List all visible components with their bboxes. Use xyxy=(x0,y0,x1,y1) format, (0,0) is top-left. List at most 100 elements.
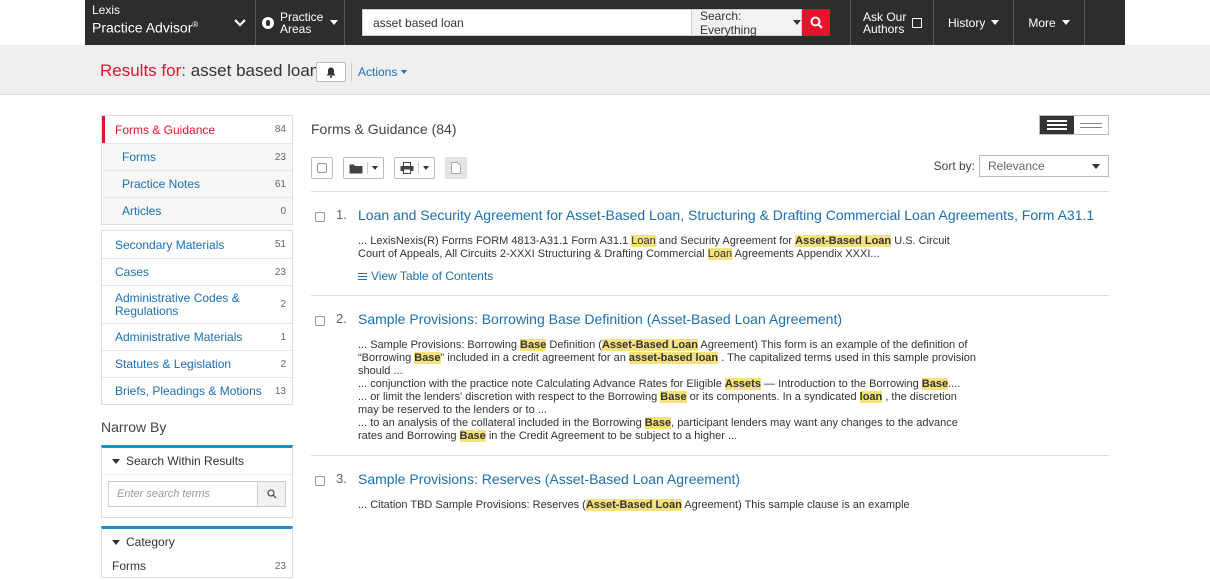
printer-icon xyxy=(400,162,414,174)
facet-label: Practice Notes xyxy=(122,177,201,191)
search-within-toggle[interactable]: Search Within Results xyxy=(102,448,292,474)
history-menu[interactable]: History xyxy=(934,0,1013,45)
facet-label: Administrative Materials xyxy=(115,330,243,344)
result-snippet: ... LexisNexis(R) Forms FORM 4813-A31.1 … xyxy=(358,235,950,260)
search-input[interactable]: asset based loan xyxy=(362,9,692,36)
facet-label: Forms & Guidance xyxy=(115,122,216,137)
ask-our-authors-link[interactable]: Ask Our Authors xyxy=(863,0,933,45)
facet-label: Statutes & Legislation xyxy=(115,357,232,371)
result-snippet: ... Sample Provisions: Borrowing Base De… xyxy=(358,339,976,442)
highlight: Asset-Based Loan xyxy=(585,499,682,511)
highlight: Asset-Based Loan xyxy=(795,235,892,247)
practice-areas-icon xyxy=(262,16,274,29)
history-label: History xyxy=(948,15,986,30)
brand-line1: Lexis xyxy=(92,3,121,17)
compact-view-button[interactable] xyxy=(1074,116,1108,134)
search-button[interactable] xyxy=(802,9,830,36)
caret-down-icon xyxy=(423,166,429,170)
divider xyxy=(1083,0,1085,45)
result-number: 3. xyxy=(336,471,347,486)
search-within-label: Search Within Results xyxy=(126,454,245,468)
result-checkbox[interactable] xyxy=(315,476,325,486)
facet-admin-codes[interactable]: Administrative Codes & Regulations 2 xyxy=(102,285,292,323)
highlight: Base xyxy=(414,352,441,364)
facet-count: 13 xyxy=(274,385,286,397)
highlight: Base xyxy=(660,391,687,403)
print-button[interactable] xyxy=(394,157,435,179)
facet-label: Articles xyxy=(122,204,162,218)
actions-dropdown[interactable]: Actions xyxy=(351,63,408,81)
highlight: Assets xyxy=(724,378,761,390)
facet-secondary-materials[interactable]: Secondary Materials 51 xyxy=(102,231,292,258)
practice-areas-menu[interactable]: Practice Areas xyxy=(256,0,324,45)
top-nav-inner: Lexis Practice Advisor® Practice Areas as… xyxy=(85,0,1125,45)
highlight: Loan xyxy=(631,235,656,247)
results-title: Results for: asset based loan xyxy=(100,61,319,81)
highlight: asset-based loan xyxy=(628,352,719,364)
category-toggle[interactable]: Category xyxy=(102,529,292,555)
detailed-view-button[interactable] xyxy=(1040,116,1074,134)
facet-briefs[interactable]: Briefs, Pleadings & Motions 13 xyxy=(102,377,292,404)
caret-down-icon xyxy=(330,20,338,25)
result-number: 2. xyxy=(336,311,347,326)
result-title-link[interactable]: Loan and Security Agreement for Asset-Ba… xyxy=(358,206,1103,225)
search-within-input[interactable]: Enter search terms xyxy=(108,481,258,507)
view-toc-label: View Table of Contents xyxy=(371,269,494,283)
search-icon xyxy=(810,16,823,29)
facet-forms[interactable]: Forms 23 xyxy=(102,143,292,170)
highlight: Asset-Based Loan xyxy=(601,339,698,351)
facet-statutes[interactable]: Statutes & Legislation 2 xyxy=(102,350,292,377)
facet-articles[interactable]: Articles 0 xyxy=(102,197,292,224)
search-scope-label: Search: Everything xyxy=(700,8,757,37)
document-button[interactable] xyxy=(445,157,467,179)
category-item-forms[interactable]: Forms 23 xyxy=(102,555,292,577)
facet-count: 23 xyxy=(274,266,286,278)
caret-down-icon xyxy=(372,166,378,170)
facet-label: Forms xyxy=(122,150,156,164)
results-toolbar: Sort by: Relevance xyxy=(311,155,1109,181)
facet-cases[interactable]: Cases 23 xyxy=(102,258,292,285)
ask-label-2: Authors xyxy=(863,21,905,36)
sort-value: Relevance xyxy=(988,159,1045,173)
search-scope-dropdown[interactable]: Search: Everything xyxy=(692,8,802,37)
brand-menu-chevron[interactable] xyxy=(225,0,255,45)
caret-down-icon xyxy=(793,20,801,25)
facet-group-forms-guidance: Forms & Guidance 84 Forms 23 Practice Note… xyxy=(101,115,293,225)
facet-forms-guidance[interactable]: Forms & Guidance 84 xyxy=(102,116,292,143)
result-item: 3. Sample Provisions: Reserves (Asset-Ba… xyxy=(311,456,1109,524)
alert-button[interactable] xyxy=(316,62,346,82)
result-checkbox[interactable] xyxy=(315,316,325,326)
view-toc-link[interactable]: View Table of Contents xyxy=(358,269,1109,283)
brand-logo[interactable]: Lexis Practice Advisor® xyxy=(85,0,225,45)
facet-admin-materials[interactable]: Administrative Materials 1 xyxy=(102,323,292,350)
practice-areas-label-2: Areas xyxy=(280,21,312,36)
result-checkbox[interactable] xyxy=(315,212,325,222)
practice-areas-caret[interactable] xyxy=(324,0,344,45)
facet-count: 0 xyxy=(280,205,286,217)
more-menu[interactable]: More xyxy=(1014,0,1083,45)
registered-mark: ® xyxy=(192,20,199,29)
facet-count: 23 xyxy=(274,151,286,163)
caret-down-icon xyxy=(1092,163,1100,169)
facet-group-other: Secondary Materials 51 Cases 23 Administra… xyxy=(101,230,293,405)
facet-practice-notes[interactable]: Practice Notes 61 xyxy=(102,170,292,197)
category-panel: Category Forms 23 xyxy=(101,526,293,578)
more-label: More xyxy=(1028,15,1056,30)
facet-count: 84 xyxy=(274,124,286,135)
caret-down-icon xyxy=(401,70,408,74)
highlight: Base xyxy=(459,430,486,442)
result-title-link[interactable]: Sample Provisions: Borrowing Base Defini… xyxy=(358,310,1103,329)
sort-select[interactable]: Relevance xyxy=(979,155,1109,177)
facet-label: Administrative Codes & Regulations xyxy=(115,290,240,318)
select-all-checkbox[interactable] xyxy=(311,157,333,179)
list-icon xyxy=(358,272,367,280)
folder-button[interactable] xyxy=(343,157,384,179)
result-snippet: ... Citation TBD Sample Provisions: Rese… xyxy=(358,499,910,511)
results-query: asset based loan xyxy=(190,61,320,80)
search-within-button[interactable] xyxy=(258,481,286,507)
highlight: Loan xyxy=(707,248,733,260)
highlight: Base xyxy=(921,378,949,390)
divider xyxy=(344,0,345,45)
result-title-link[interactable]: Sample Provisions: Reserves (Asset-Based… xyxy=(358,470,1103,489)
facet-count: 2 xyxy=(280,358,286,370)
